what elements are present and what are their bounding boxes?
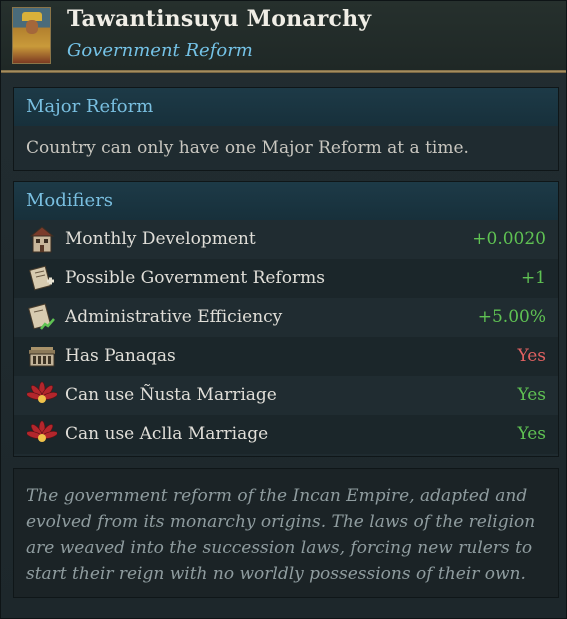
modifier-value: +5.00% (477, 307, 546, 327)
reform-tooltip: Tawantinsuyu Monarchy Government Reform … (0, 0, 567, 619)
modifier-row-aclla-marriage: Can use Aclla Marriage Yes (14, 415, 558, 454)
reform-category: Government Reform (67, 40, 253, 61)
reform-title: Tawantinsuyu Monarchy (67, 6, 372, 32)
modifier-label: Administrative Efficiency (65, 307, 283, 327)
feather-crest-icon (27, 420, 57, 449)
major-reform-section: Major Reform Country can only have one M… (13, 87, 559, 171)
modifier-label: Can use Aclla Marriage (65, 424, 269, 444)
development-building-icon (27, 225, 57, 254)
modifier-value: Yes (517, 385, 546, 405)
scroll-plus-icon (27, 264, 57, 293)
scroll-chart-icon (27, 303, 57, 332)
modifier-value: +1 (520, 268, 546, 288)
feather-crest-icon (27, 381, 57, 410)
modifier-value: Yes (517, 424, 546, 444)
modifier-row-has-panaqas: Has Panaqas Yes (14, 337, 558, 376)
modifier-label: Possible Government Reforms (65, 268, 325, 288)
reform-description: The government reform of the Incan Empir… (13, 468, 559, 598)
modifier-row-possible-government-reforms: Possible Government Reforms +1 (14, 259, 558, 298)
major-reform-heading: Major Reform (14, 88, 558, 126)
modifiers-section: Modifiers Monthly Development +0.0020 Po… (13, 181, 559, 457)
modifier-value: Yes (517, 346, 546, 366)
modifier-row-nusta-marriage: Can use Ñusta Marriage Yes (14, 376, 558, 415)
modifier-label: Can use Ñusta Marriage (65, 385, 277, 405)
inca-ruler-portrait-icon (12, 7, 51, 64)
header-divider (1, 70, 566, 73)
modifier-row-administrative-efficiency: Administrative Efficiency +5.00% (14, 298, 558, 337)
major-reform-text: Country can only have one Major Reform a… (26, 138, 469, 158)
modifier-label: Has Panaqas (65, 346, 176, 366)
modifier-row-monthly-development: Monthly Development +0.0020 (14, 220, 558, 259)
modifier-value: +0.0020 (472, 229, 546, 249)
tooltip-header: Tawantinsuyu Monarchy Government Reform (1, 1, 566, 71)
modifier-label: Monthly Development (65, 229, 256, 249)
palace-icon (27, 342, 57, 371)
modifiers-heading: Modifiers (14, 182, 558, 220)
